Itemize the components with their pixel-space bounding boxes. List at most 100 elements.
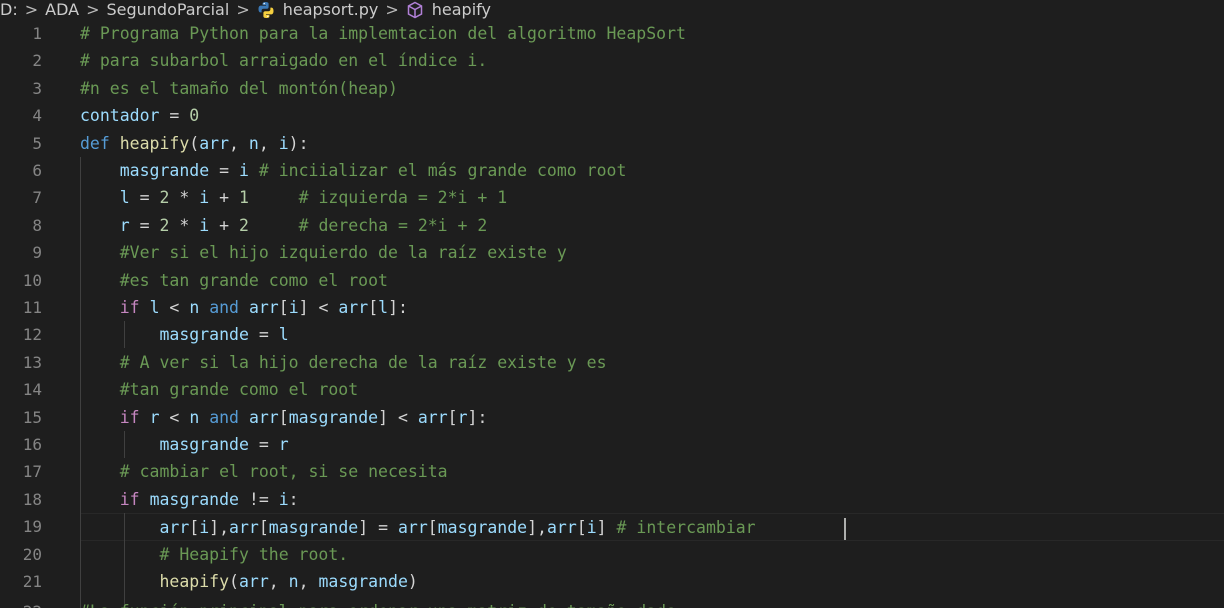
code-line[interactable]: # cambiar el root, si se necesita	[80, 458, 1224, 485]
line-number: 9	[32, 243, 42, 263]
line-number: 5	[32, 133, 42, 153]
code-token: masgrande	[119, 161, 210, 180]
code-token: l	[278, 325, 289, 345]
code-line[interactable]: contador = 0	[80, 102, 1224, 129]
code-line[interactable]: l = 2 * i + 1 # izquierda = 2*i + 1	[80, 184, 1224, 211]
code-token: ,	[258, 133, 279, 153]
breadcrumb-item-file[interactable]: heapsort.py	[257, 1, 378, 19]
code-token: 2	[239, 215, 249, 235]
code-editor[interactable]: 1 2 3 4 5 6 7 8 9 10 11 12 13 14 15 16 17 18 19 20 21 # Prog…	[0, 20, 1224, 608]
line-number: 17	[22, 462, 42, 482]
code-line[interactable]: if masgrande != i:	[80, 486, 1224, 513]
code-token: if	[119, 407, 140, 427]
code-token: and	[209, 298, 239, 317]
code-token: 2	[159, 188, 170, 208]
code-token: ],	[209, 518, 230, 538]
code-token: masgrande	[288, 407, 379, 427]
line-number: 8	[32, 215, 42, 235]
code-token: arr	[159, 518, 190, 538]
code-token: if	[119, 489, 140, 509]
indent-guide	[124, 513, 125, 608]
code-token: <	[159, 407, 190, 427]
line-number: 13	[22, 352, 42, 372]
code-token: )	[407, 572, 418, 591]
line-number: 1	[32, 24, 42, 43]
code-token: ,	[268, 572, 289, 591]
code-token: [	[189, 518, 200, 538]
code-token: arr	[417, 407, 448, 427]
line-number: 21	[22, 572, 42, 591]
line-number: 20	[22, 544, 42, 564]
code-token: ],	[527, 518, 547, 538]
line-number: 14	[22, 380, 42, 400]
code-token: n	[248, 133, 259, 153]
code-line[interactable]: masgrande = r	[80, 431, 1224, 458]
code-token: and	[209, 407, 239, 427]
code-token: [	[368, 298, 379, 317]
breadcrumb: D: > ADA > SegundoParcial > heapsort.py …	[0, 0, 1224, 20]
line-number: 3	[32, 78, 42, 98]
code-token: !=	[238, 489, 279, 509]
code-token: (	[229, 572, 239, 591]
code-token: arr	[397, 518, 428, 538]
breadcrumb-item-symbol[interactable]: heapify	[406, 1, 491, 19]
code-line[interactable]: # Heapify the root.	[80, 541, 1224, 568]
code-line[interactable]: heapify(arr, n, masgrande)	[80, 568, 1224, 595]
code-line[interactable]: arr[i],arr[masgrande] = arr[masgrande],a…	[80, 513, 1224, 541]
code-token: +	[209, 215, 239, 235]
code-token: i	[586, 518, 597, 538]
code-line[interactable]: # Programa Python para la implemtacion d…	[80, 20, 1224, 47]
code-token: n	[189, 298, 200, 317]
code-token: ]	[596, 518, 617, 538]
code-line[interactable]: #Ver si el hijo izquierdo de la raíz exi…	[80, 239, 1224, 266]
code-token: r	[457, 407, 468, 427]
code-token: masgrande	[159, 435, 249, 454]
code-line[interactable]: def heapify(arr, n, i):	[80, 130, 1224, 157]
code-token: n	[288, 572, 299, 591]
code-line[interactable]: #tan grande como el root	[80, 376, 1224, 403]
code-line[interactable]: r = 2 * i + 2 # derecha = 2*i + 2	[80, 212, 1224, 239]
code-token: i	[278, 489, 289, 509]
code-token: # izquierda = 2*i + 1	[248, 188, 508, 208]
code-token: arr	[248, 407, 279, 427]
code-token: i	[288, 298, 299, 317]
code-line[interactable]: # para subarbol arraigado en el índice i…	[80, 47, 1224, 74]
line-number: 7	[32, 188, 42, 208]
code-line[interactable]: masgrande = l	[80, 321, 1224, 348]
code-token: i	[199, 188, 210, 208]
code-token: *	[169, 188, 200, 208]
code-token: 0	[189, 106, 200, 126]
code-line[interactable]: if r < n and arr[masgrande] < arr[r]:	[80, 404, 1224, 431]
code-token: <	[159, 298, 190, 317]
code-line[interactable]: if l < n and arr[i] < arr[l]:	[80, 294, 1224, 321]
code-line[interactable]: #es tan grande como el root	[80, 267, 1224, 294]
code-token: =	[129, 215, 160, 235]
code-line[interactable]: #n es el tamaño del montón(heap)	[80, 75, 1224, 102]
line-number-gutter[interactable]: 1 2 3 4 5 6 7 8 9 10 11 12 13 14 15 16 17 18 19 20 21	[0, 20, 60, 608]
code-token: if	[119, 298, 140, 317]
breadcrumb-item-folder[interactable]: SegundoParcial	[106, 2, 229, 18]
code-token: arr	[546, 518, 577, 538]
code-line[interactable]: masgrande = i # inciializar el más grand…	[80, 157, 1224, 184]
code-line[interactable]: # A ver si la hijo derecha de la raíz ex…	[80, 349, 1224, 376]
breadcrumb-item-ada[interactable]: ADA	[45, 2, 79, 18]
code-token: ] <	[378, 407, 418, 427]
code-token: n	[189, 407, 200, 427]
breadcrumb-separator: >	[24, 0, 39, 19]
code-token: [	[427, 518, 438, 538]
code-token: ] =	[358, 518, 398, 538]
code-token: masgrande	[268, 518, 359, 538]
breadcrumb-item-drive[interactable]: D:	[0, 2, 18, 18]
